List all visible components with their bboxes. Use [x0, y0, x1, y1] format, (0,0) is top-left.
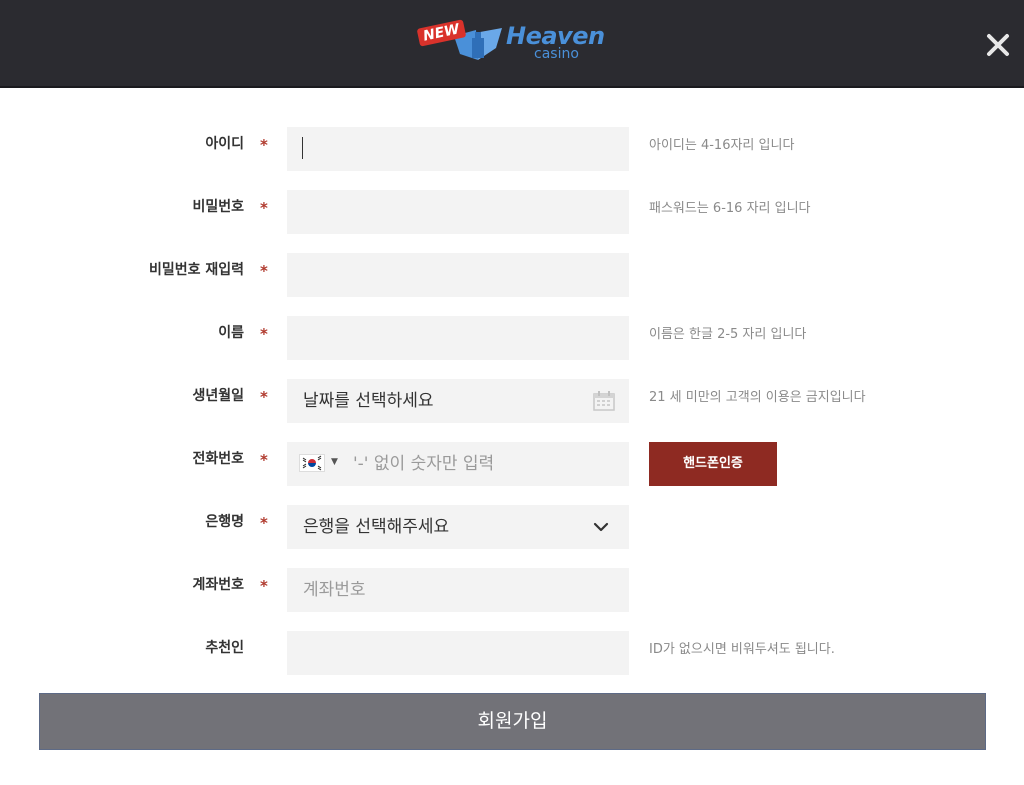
required-star: * [260, 451, 268, 469]
bank-label: 은행명 [205, 514, 244, 530]
birthdate-input[interactable]: 날짜를 선택하세요 [287, 379, 629, 423]
close-icon [987, 34, 1009, 56]
birthdate-placeholder: 날짜를 선택하세요 [303, 391, 434, 411]
logo-sub-text: casino [534, 46, 579, 62]
required-star: * [260, 388, 268, 406]
password-row: 비밀번호 * 패스워드는 6-16 자리 입니다 [0, 190, 1024, 234]
user-id-hint: 아이디는 4-16자리 입니다 [649, 138, 795, 153]
heaven-casino-logo: NEW Heaven casino [416, 19, 618, 70]
user-id-row: 아이디 * 아이디는 4-16자리 입니다 [0, 127, 1024, 171]
signup-submit-button[interactable]: 회원가입 [39, 693, 986, 750]
password-hint: 패스워드는 6-16 자리 입니다 [649, 201, 811, 216]
required-star: * [260, 577, 268, 595]
phone-label: 전화번호 [192, 451, 244, 467]
required-star: * [260, 262, 268, 280]
user-id-input[interactable] [287, 127, 629, 171]
bank-selected-value: 은행을 선택해주세요 [303, 517, 450, 537]
password-confirm-label: 비밀번호 재입력 [148, 262, 244, 278]
chevron-down-icon [593, 522, 609, 532]
required-star: * [260, 514, 268, 532]
calendar-icon [593, 391, 615, 411]
birthdate-hint: 21 세 미만의 고객의 이용은 금지입니다 [649, 390, 866, 405]
account-row: 계좌번호 * 계좌번호 [0, 568, 1024, 612]
name-hint: 이름은 한글 2-5 자리 입니다 [649, 327, 807, 342]
country-dropdown-arrow-icon[interactable]: ▼ [331, 457, 338, 467]
required-star: * [260, 199, 268, 217]
phone-row: 전화번호 * ▼ '-' 없이 숫자만 입력 핸드폰인증 [0, 442, 1024, 486]
password-label: 비밀번호 [192, 199, 244, 215]
account-placeholder: 계좌번호 [303, 580, 366, 600]
kr-flag-icon[interactable] [299, 454, 325, 472]
password-confirm-row: 비밀번호 재입력 * [0, 253, 1024, 297]
close-button[interactable] [984, 31, 1012, 59]
birthdate-row: 생년월일 * 날짜를 선택하세요 21 세 미만의 고객의 이용은 금지입니다 [0, 379, 1024, 423]
phone-input[interactable]: ▼ '-' 없이 숫자만 입력 [287, 442, 629, 486]
text-cursor [302, 137, 303, 159]
password-confirm-input[interactable] [287, 253, 629, 297]
password-input[interactable] [287, 190, 629, 234]
referrer-row: 추천인 ID가 없으시면 비워두셔도 됩니다. [0, 631, 1024, 675]
name-row: 이름 * 이름은 한글 2-5 자리 입니다 [0, 316, 1024, 360]
required-star: * [260, 325, 268, 343]
referrer-label: 추천인 [205, 640, 244, 656]
referrer-input[interactable] [287, 631, 629, 675]
user-id-label: 아이디 [205, 136, 244, 152]
birthdate-label: 생년월일 [192, 388, 244, 404]
phone-placeholder: '-' 없이 숫자만 입력 [353, 454, 495, 474]
name-input[interactable] [287, 316, 629, 360]
account-label: 계좌번호 [192, 577, 244, 593]
referrer-hint: ID가 없으시면 비워두셔도 됩니다. [649, 642, 835, 657]
modal-header: NEW Heaven casino [0, 0, 1024, 88]
required-star: * [260, 136, 268, 154]
phone-verify-button[interactable]: 핸드폰인증 [649, 442, 777, 486]
account-input[interactable]: 계좌번호 [287, 568, 629, 612]
bank-row: 은행명 * 은행을 선택해주세요 [0, 505, 1024, 549]
name-label: 이름 [218, 325, 244, 341]
bank-select[interactable]: 은행을 선택해주세요 [287, 505, 629, 549]
